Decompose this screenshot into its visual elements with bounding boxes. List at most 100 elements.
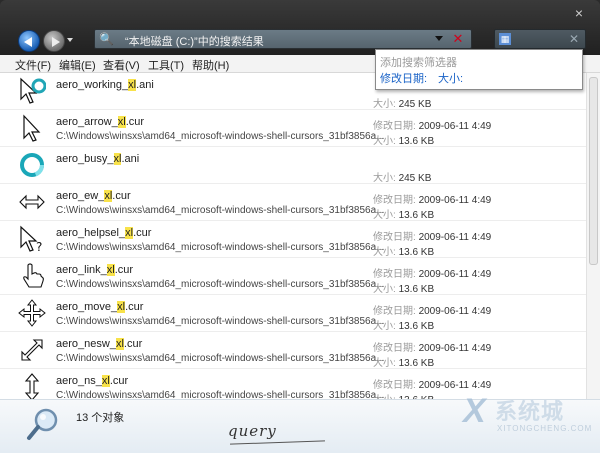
file-name-extension: .cur: [133, 227, 152, 239]
file-path: C:\Windows\winsxs\amd64_microsoft-window…: [56, 316, 385, 327]
file-name: aero_move_xl.cur: [56, 301, 143, 313]
file-row[interactable]: aero_ew_xl.cur C:\Windows\winsxs\amd64_mi…: [0, 184, 586, 221]
watermark-logo: X 系统城 XITONGCHENG.COM: [455, 390, 600, 450]
file-size: 大小: 13.6 KB: [373, 210, 435, 221]
file-row[interactable]: aero_move_xl.cur C:\Windows\winsxs\amd64_…: [0, 295, 586, 332]
file-name-extension: .cur: [123, 338, 143, 350]
file-row[interactable]: ? aero_helpsel_xl.cur C:\Windows\winsxs\am…: [0, 221, 586, 258]
file-name-extension: .cur: [125, 301, 144, 313]
search-clear-button[interactable]: ✕: [569, 32, 579, 46]
file-name-extension: .cur: [109, 375, 129, 387]
file-modified-date: 修改日期: 2009-06-11 4:49: [373, 232, 492, 243]
file-path: C:\Windows\winsxs\amd64_microsoft-window…: [56, 353, 385, 364]
file-path: C:\Windows\winsxs\amd64_microsoft-window…: [56, 279, 385, 290]
close-icon[interactable]: ×: [572, 6, 586, 20]
svg-text:?: ?: [36, 240, 42, 253]
menu-view[interactable]: 查看(V): [103, 57, 140, 73]
file-name-prefix: aero_busy_: [56, 153, 114, 165]
search-highlight: xl: [117, 301, 126, 313]
file-name-extension: .ani: [121, 153, 140, 165]
file-size: 大小: 13.6 KB: [373, 321, 435, 332]
object-count: 13 个对象: [76, 412, 125, 424]
file-list: aero_working_xl.ani 大小: 245 KB aero_arrow_…: [0, 73, 600, 399]
help-cursor-icon: ?: [18, 225, 46, 254]
file-name-prefix: aero_working_: [56, 79, 129, 91]
search-highlight: xl: [128, 79, 137, 91]
file-modified-date: 修改日期: 2009-06-11 4:49: [373, 269, 492, 280]
file-name: aero_ew_xl.cur: [56, 190, 131, 202]
file-size: 大小: 13.6 KB: [373, 358, 435, 369]
back-button[interactable]: [18, 30, 40, 52]
search-highlight: xl: [101, 375, 110, 387]
file-name-extension: .cur: [112, 190, 131, 202]
search-highlight: xl: [125, 227, 134, 239]
file-name: aero_arrow_xl.cur: [56, 116, 144, 128]
menu-help[interactable]: 帮助(H): [192, 57, 229, 73]
filter-popup-title: 添加搜索筛选器: [380, 57, 457, 69]
history-dropdown-icon[interactable]: [67, 38, 73, 42]
address-bar[interactable]: 🔍 “本地磁盘 (C:)”中的搜索结果 ✕: [94, 29, 472, 49]
file-size: 大小: 13.6 KB: [373, 247, 435, 258]
file-modified-date: 修改日期: 2009-06-11 4:49: [373, 306, 492, 317]
file-row[interactable]: aero_busy_xl.ani 大小: 245 KB: [0, 147, 586, 184]
file-name-prefix: aero_link_: [56, 264, 107, 276]
nesw-resize-cursor-icon: [18, 336, 46, 364]
filter-date-link[interactable]: 修改日期:: [380, 70, 427, 86]
address-text: “本地磁盘 (C:)”中的搜索结果: [125, 36, 264, 48]
scrollbar-thumb[interactable]: [589, 77, 598, 265]
search-filter-popup: 添加搜索筛选器 修改日期: 大小:: [375, 49, 583, 90]
file-name-prefix: aero_move_: [56, 301, 118, 313]
file-name-extension: .ani: [136, 79, 154, 91]
file-name-extension: .cur: [125, 116, 145, 128]
query-underline: [230, 440, 325, 445]
search-highlight: xl: [117, 116, 126, 128]
file-path: C:\Windows\winsxs\amd64_microsoft-window…: [56, 131, 385, 142]
file-size: 大小: 245 KB: [373, 99, 432, 110]
file-name: aero_link_xl.cur: [56, 264, 133, 276]
file-name: aero_ns_xl.cur: [56, 375, 128, 387]
file-name-prefix: aero_arrow_: [56, 116, 118, 128]
query-handwriting: query: [228, 422, 277, 440]
forward-button[interactable]: [43, 30, 65, 52]
file-size: 大小: 245 KB: [373, 173, 432, 184]
watermark-subtext: XITONGCHENG.COM: [497, 424, 593, 433]
ns-resize-cursor-icon: [18, 373, 46, 399]
magnifier-icon: [27, 408, 58, 440]
file-path: C:\Windows\winsxs\amd64_microsoft-window…: [56, 242, 385, 253]
menu-tools[interactable]: 工具(T): [148, 57, 184, 73]
menu-edit[interactable]: 编辑(E): [59, 57, 96, 73]
search-filter-icon: ▦: [499, 33, 511, 45]
file-row[interactable]: aero_link_xl.cur C:\Windows\winsxs\amd64_…: [0, 258, 586, 295]
file-modified-date: 修改日期: 2009-06-11 4:49: [373, 195, 492, 206]
ew-resize-cursor-icon: [18, 188, 46, 216]
working-cursor-icon: [18, 77, 47, 105]
search-input[interactable]: ▦ ✕: [494, 29, 586, 49]
filter-size-link[interactable]: 大小:: [438, 70, 463, 86]
file-modified-date: 修改日期: 2009-06-11 4:49: [373, 343, 492, 354]
watermark-text: 系统城: [495, 399, 565, 424]
file-name: aero_working_xl.ani: [56, 79, 154, 91]
file-path: C:\Windows\winsxs\amd64_microsoft-window…: [56, 390, 385, 399]
busy-cursor-icon: [18, 151, 46, 179]
address-dropdown-icon[interactable]: [435, 36, 443, 41]
file-name: aero_helpsel_xl.cur: [56, 227, 151, 239]
file-name-prefix: aero_ew_: [56, 190, 105, 202]
arrow-cursor-icon: [18, 114, 46, 142]
move-cursor-icon: [18, 299, 46, 327]
file-row[interactable]: aero_nesw_xl.cur C:\Windows\winsxs\amd64_…: [0, 332, 586, 369]
vertical-scrollbar[interactable]: [586, 73, 600, 399]
file-row[interactable]: aero_arrow_xl.cur C:\Windows\winsxs\amd64…: [0, 110, 586, 147]
menu-file[interactable]: 文件(F): [15, 57, 51, 73]
search-folder-icon: 🔍: [99, 32, 114, 46]
hand-cursor-icon: [18, 262, 46, 290]
file-name-prefix: aero_ns_: [56, 375, 102, 387]
watermark-x-icon: X: [463, 392, 486, 430]
address-clear-button[interactable]: ✕: [451, 32, 465, 46]
file-size: 大小: 13.6 KB: [373, 391, 434, 399]
file-name-prefix: aero_nesw_: [56, 338, 116, 350]
file-name-extension: .cur: [114, 264, 134, 276]
file-name-prefix: aero_helpsel_: [56, 227, 126, 239]
file-modified-date: 修改日期: 2009-06-11 4:49: [373, 380, 492, 391]
file-path: C:\Windows\winsxs\amd64_microsoft-window…: [56, 205, 385, 216]
file-size: 大小: 13.6 KB: [373, 136, 435, 147]
